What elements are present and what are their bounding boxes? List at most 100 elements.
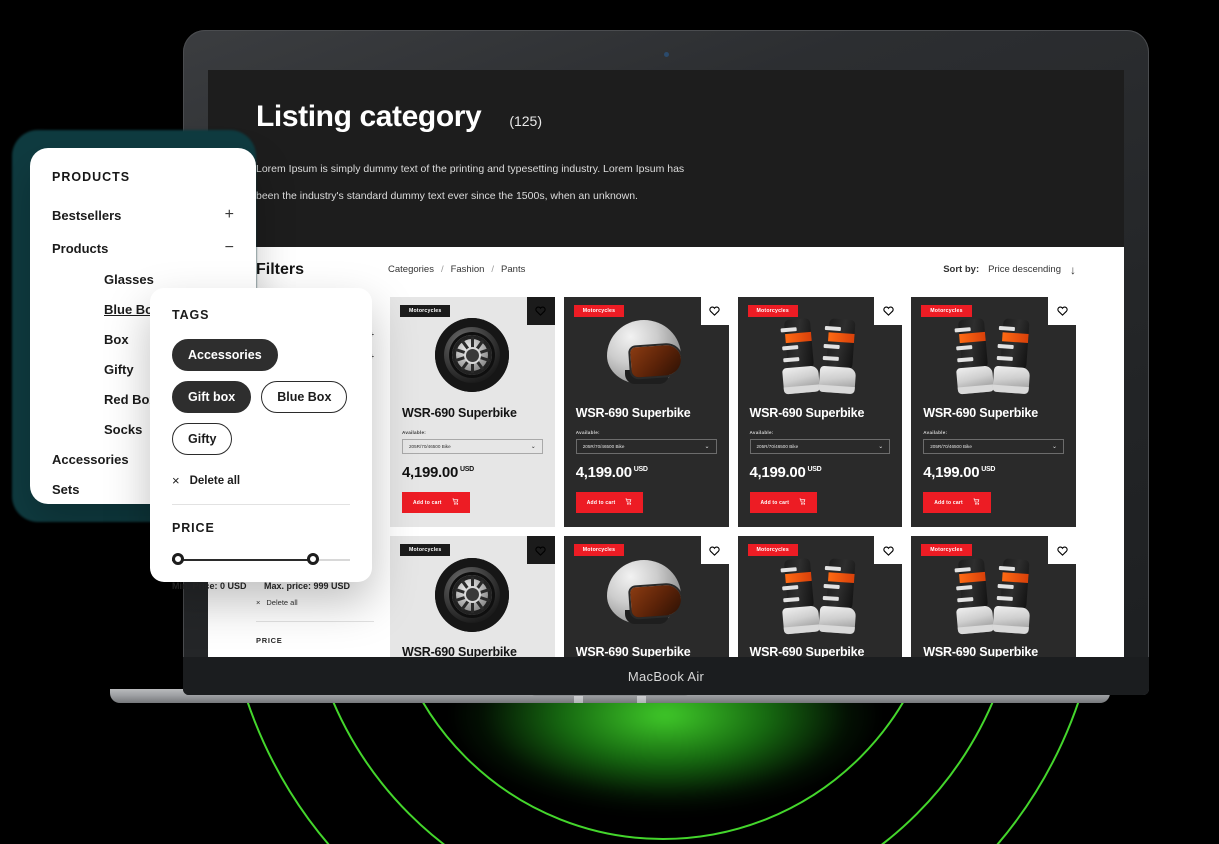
product-image-boots [775,317,865,395]
favorite-heart-icon[interactable] [700,296,729,325]
add-to-cart-button[interactable]: Add to cart [402,492,470,514]
breadcrumb-item-1[interactable]: Fashion [451,264,485,275]
tags-heading: TAGS [172,308,210,322]
sort-direction-icon[interactable]: ↓ [1070,263,1076,277]
product-image-area: Motorcycles [390,536,555,641]
favorite-heart-icon[interactable] [1048,536,1076,565]
breadcrumb-item-0[interactable]: Categories [388,264,434,275]
product-card[interactable]: Motorcycles WSR-690 Superbike Available:… [563,536,729,657]
product-card[interactable]: Motorcycles WSR-690 Superbike Available:… [563,296,729,528]
product-image-boots [949,317,1039,395]
products-panel-row-bestsellers[interactable]: Bestsellers + [52,206,234,224]
add-to-cart-label: Add to cart [760,499,790,506]
variant-select[interactable]: 205R/70/46500 Bike ⌄ [402,438,543,454]
category-badge: Motorcycles [400,544,451,557]
add-to-cart-label: Add to cart [586,499,616,506]
chevron-down-icon: ⌄ [704,443,710,450]
breadcrumb-item-2[interactable]: Pants [501,264,525,275]
product-title: WSR-690 Superbike [402,405,517,420]
tag-pill-list: Accessories Gift box Blue Box Gifty [172,339,350,455]
products-panel-heading: PRODUCTS [52,170,131,184]
stage: MacBook Air Listing category (125) Lorem… [0,0,1219,844]
product-card-body: WSR-690 Superbike Available: 205R/70/465… [738,402,903,528]
variant-select[interactable]: 205R/70/46500 Bike ⌄ [575,438,717,454]
products-panel-row-label: Bestsellers [52,207,122,223]
price-range-slider[interactable] [172,553,350,567]
variant-value: 205R/70/46500 Bike [409,443,451,449]
product-image-tire [435,557,510,632]
collapse-icon[interactable]: − [225,239,234,257]
category-badge: Motorcycles [747,544,798,557]
slider-knob-max[interactable] [307,553,320,565]
product-card[interactable]: Motorcycles WSR-690 Superbike Available:… [911,296,1076,528]
close-icon: × [172,473,180,488]
products-panel-row-label: Sets [52,482,80,497]
product-image-tire [435,318,510,393]
product-image-helmet [603,320,689,390]
slider-fill [172,559,311,561]
products-panel-row-products[interactable]: Products − [52,239,234,257]
product-image-area: Motorcycles [911,296,1076,402]
available-label: Available: [402,429,427,435]
price-range-labels: Min. Price: 0 USD Max. price: 999 USD [172,581,350,591]
product-title: WSR-690 Superbike [923,645,1038,657]
sort-label: Sort by: [943,264,980,276]
tag-pill-accessories[interactable]: Accessories [172,339,278,371]
product-image-area: Motorcycles [738,296,903,402]
webcam-icon [664,52,669,57]
favorite-heart-icon[interactable] [874,296,903,325]
min-price-label: Min. Price: 0 USD [172,581,247,591]
favorite-heart-icon[interactable] [526,536,555,565]
page-title: Listing category [256,100,482,133]
tag-pill-blue-box[interactable]: Blue Box [261,381,348,413]
product-image-helmet [603,559,689,630]
price-currency: USD [981,465,996,473]
delete-all-button[interactable]: × Delete all [172,473,350,488]
cart-icon [799,498,806,507]
product-price: 4,199.00 USD [923,463,996,481]
bg-delete-all-label: Delete all [266,597,298,607]
product-card-body: WSR-690 Superbike Available: 205R/70/465… [911,641,1076,657]
product-card[interactable]: Motorcycles WSR-690 Superbike Available:… [737,296,903,528]
variant-select[interactable]: 205R/70/46500 Bike ⌄ [923,438,1064,454]
add-to-cart-button[interactable]: Add to cart [923,492,991,514]
slider-knob-min[interactable] [172,553,184,565]
product-grid: Motorcycles WSR-690 Superbike Available:… [390,296,1076,657]
favorite-heart-icon[interactable] [874,536,903,565]
breadcrumb-separator: / [491,264,495,276]
expand-icon[interactable]: + [225,206,234,224]
favorite-heart-icon[interactable] [526,296,555,325]
variant-select[interactable]: 205R/70/46500 Bike ⌄ [749,438,891,454]
tag-pill-gifty[interactable]: Gifty [172,423,233,455]
variant-value: 205R/70/46500 Bike [582,443,625,449]
price-currency: USD [460,465,474,473]
product-card-body: WSR-690 Superbike Available: 205R/70/465… [564,641,729,657]
products-panel-subitem-glasses[interactable]: Glasses [104,272,234,287]
sort-control[interactable]: Sort by: Price descending ↓ [943,263,1076,277]
delete-all-label: Delete all [189,474,241,487]
add-to-cart-label: Add to cart [934,499,963,506]
sort-value[interactable]: Price descending [988,264,1061,275]
product-title: WSR-690 Superbike [749,645,865,657]
products-panel-row-label: Accessories [52,452,129,467]
cart-icon [625,498,632,507]
tag-pill-gift-box[interactable]: Gift box [172,381,252,413]
product-card[interactable]: Motorcycles WSR-690 Superbike Available:… [390,296,555,528]
product-card[interactable]: Motorcycles WSR-690 Superbike Available:… [911,536,1076,657]
favorite-heart-icon[interactable] [1048,296,1076,325]
product-image-area: Motorcycles [911,536,1076,641]
cart-icon [452,498,459,507]
add-to-cart-button[interactable]: Add to cart [575,492,644,514]
favorite-heart-icon[interactable] [700,536,729,565]
product-card[interactable]: Motorcycles WSR-690 Superbike Available:… [390,536,555,657]
add-to-cart-button[interactable]: Add to cart [749,492,818,514]
device-label: MacBook Air [627,668,705,684]
products-panel-row-label: Products [52,240,109,256]
bg-price-heading: PRICE [256,635,283,645]
product-image-area: Motorcycles [390,296,555,402]
product-price: 4,199.00 USD [575,463,648,481]
bg-delete-all-button[interactable]: × Delete all [256,598,374,607]
product-image-boots [949,557,1039,635]
divider [172,504,350,505]
product-card[interactable]: Motorcycles WSR-690 Superbike Available:… [737,536,903,657]
